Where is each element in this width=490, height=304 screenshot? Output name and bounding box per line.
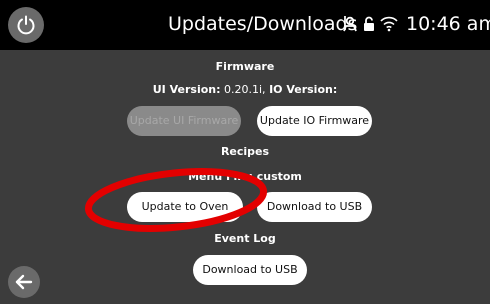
- top-bar: Updates/Downloads 10:46 am: [0, 0, 490, 50]
- recipes-heading: Recipes: [220, 145, 270, 158]
- version-info: UI Version: 0.20.1i, IO Version:: [0, 83, 490, 97]
- power-button[interactable]: [8, 7, 44, 43]
- firmware-heading: Firmware: [215, 60, 275, 73]
- update-io-firmware-button[interactable]: Update IO Firmware: [257, 106, 372, 136]
- menu-file-label: Menu File: custom: [188, 170, 302, 183]
- ui-version-label: UI Version:: [152, 83, 221, 96]
- event-log-heading: Event Log: [214, 232, 276, 245]
- ui-version-value: 0.20.1i,: [224, 83, 266, 96]
- status-area: 10:46 am: [342, 12, 490, 36]
- io-version-label: IO Version:: [269, 83, 338, 96]
- update-to-oven-button[interactable]: Update to Oven: [127, 192, 243, 222]
- event-log-download-usb-button[interactable]: Download to USB: [193, 255, 307, 285]
- arrow-left-icon: [15, 274, 33, 290]
- recipes-download-usb-button[interactable]: Download to USB: [257, 192, 372, 222]
- power-icon: [17, 15, 35, 35]
- back-button[interactable]: [8, 266, 40, 298]
- clock: 10:46 am: [406, 13, 490, 35]
- page-title: Updates/Downloads: [168, 13, 358, 35]
- user-icon: [342, 16, 358, 32]
- lock-icon: [363, 16, 375, 32]
- wifi-icon: [380, 16, 398, 32]
- update-ui-firmware-button[interactable]: Update UI Firmware: [127, 106, 241, 136]
